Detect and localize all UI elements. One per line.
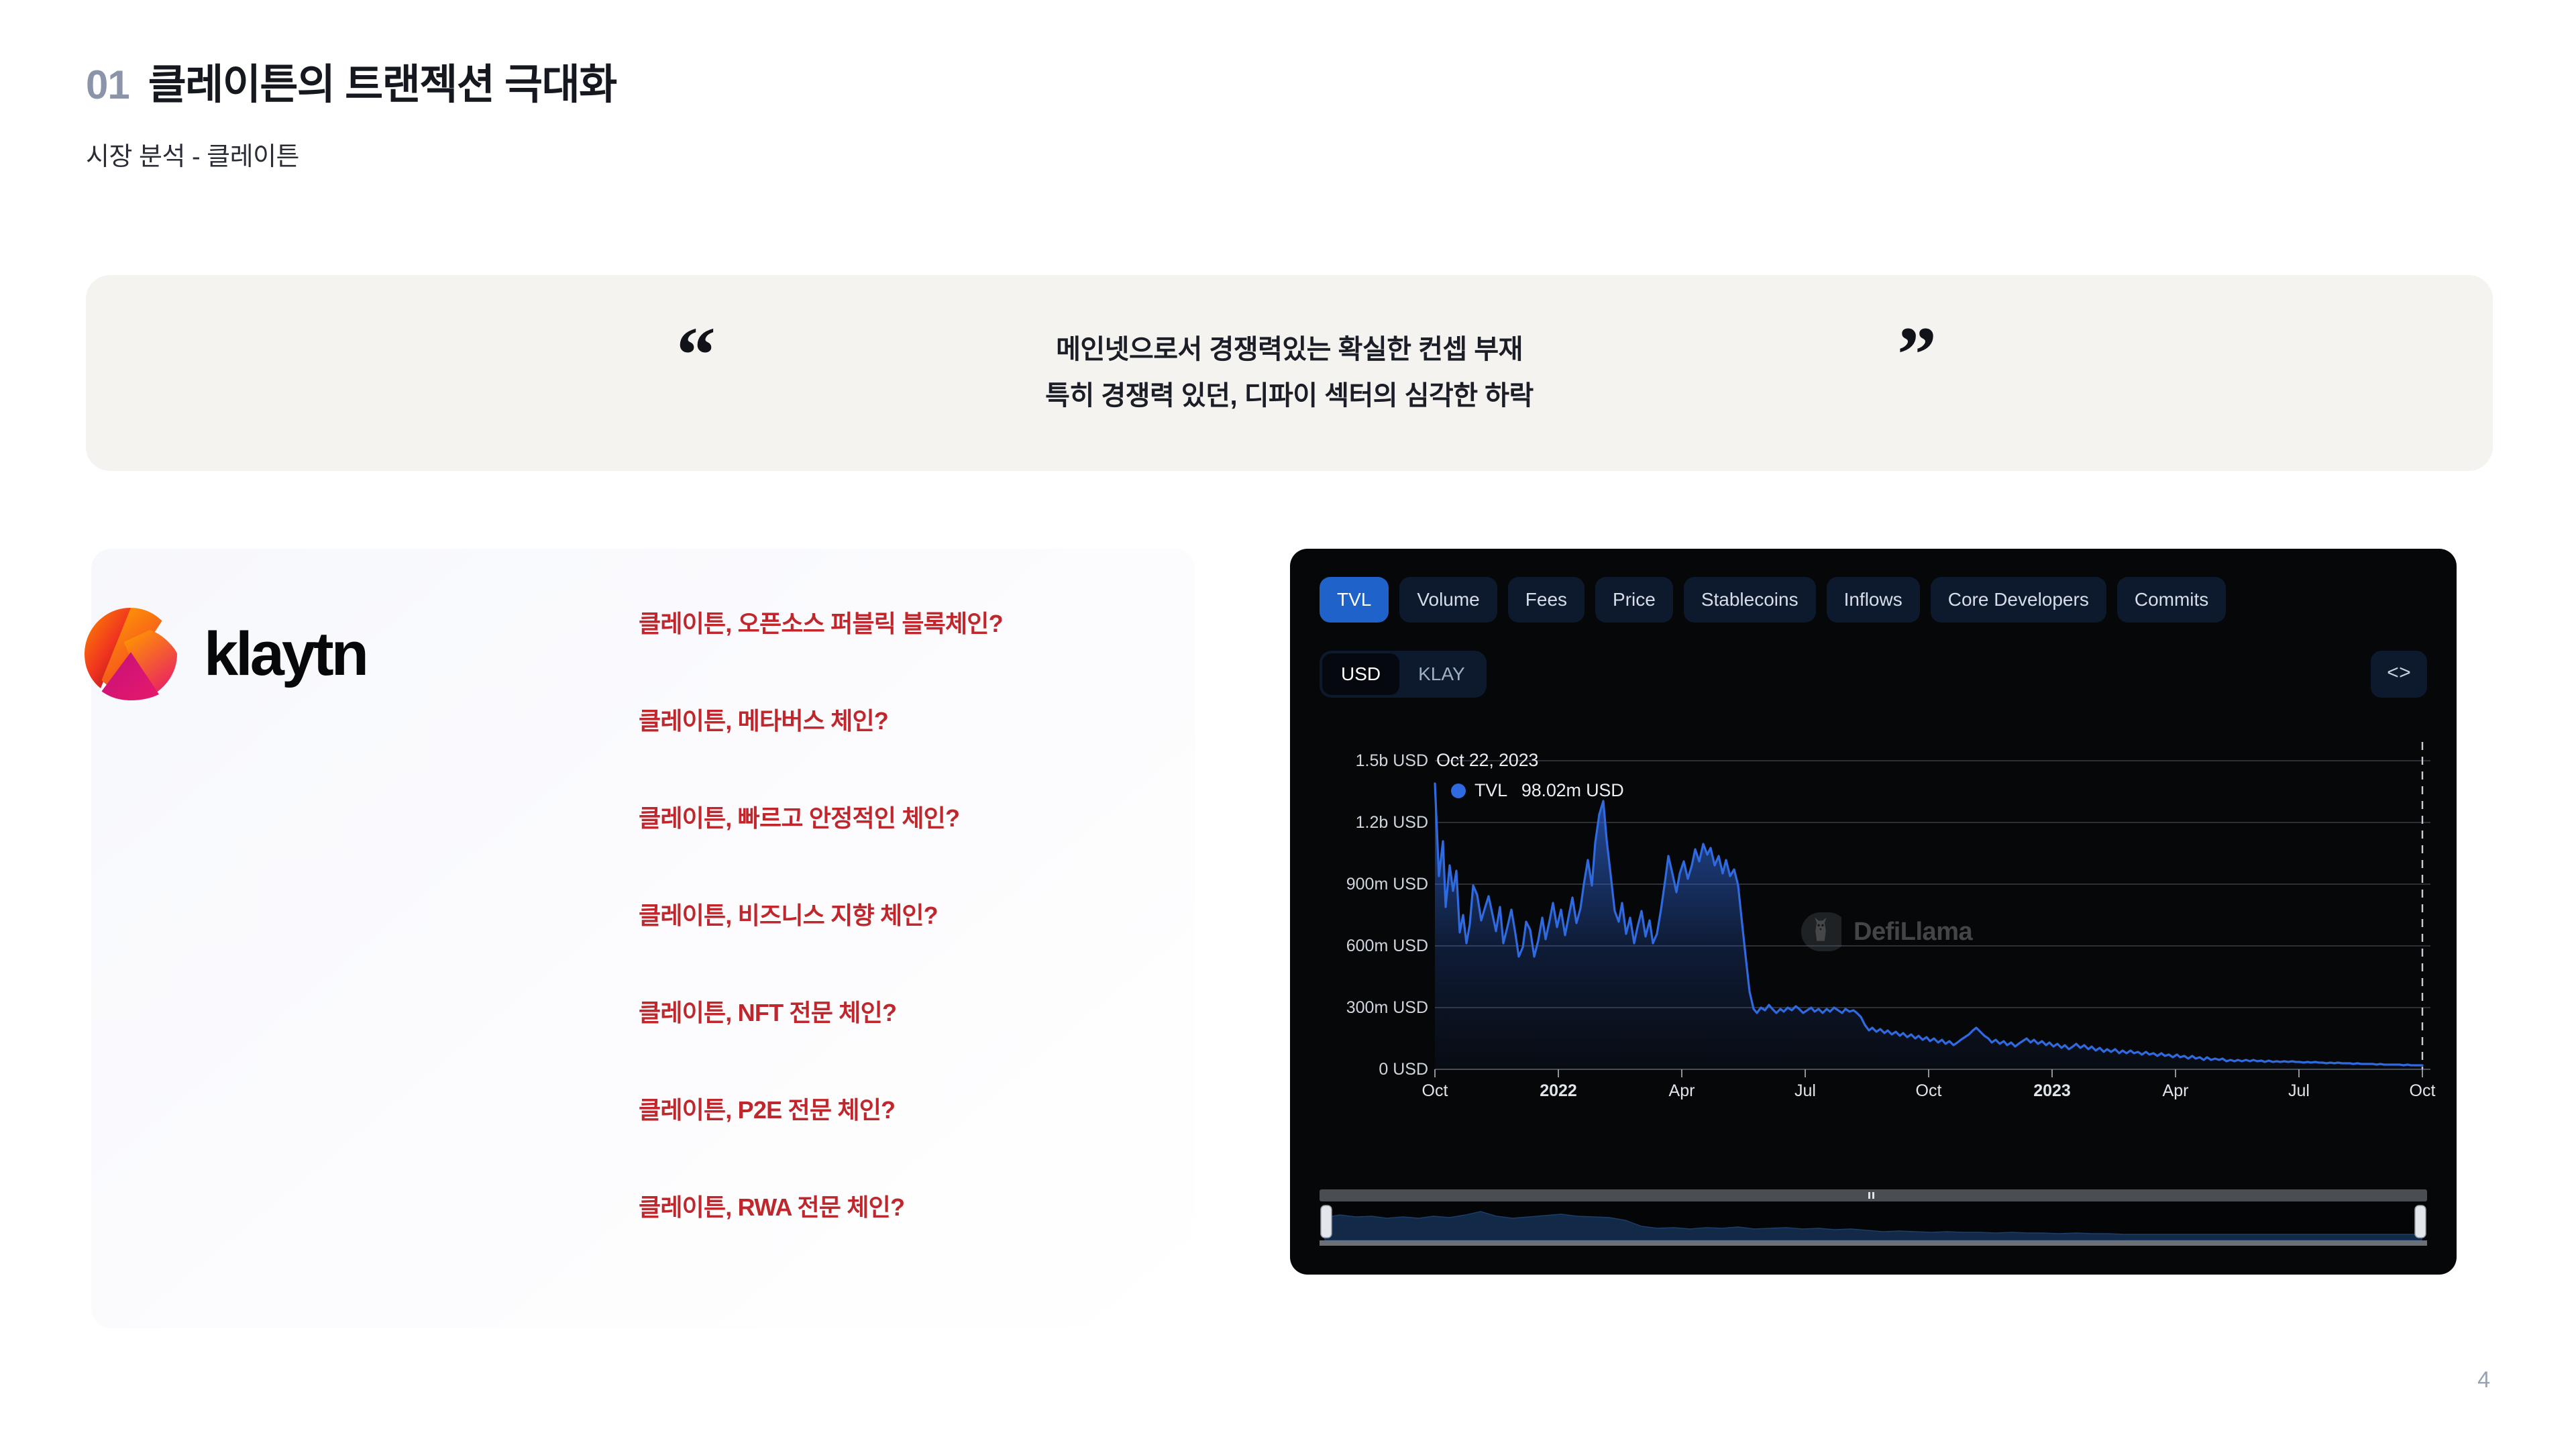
range-slider-base-bar — [1320, 1240, 2427, 1246]
xtick-apr-2023: Apr — [2163, 1081, 2189, 1100]
page-title: 클레이튼의 트랜젝션 극대화 — [148, 62, 617, 108]
x-axis-ticks — [1434, 1069, 2423, 1077]
quote-line-2: 특히 경쟁력 있던, 디파이 섹터의 심각한 하락 — [1045, 381, 1534, 411]
tab-tvl[interactable]: TVL — [1320, 577, 1389, 623]
question-item-7: 클레이튼, RWA 전문 체인? — [639, 1193, 905, 1221]
chart-range-slider[interactable] — [1320, 1189, 2427, 1248]
question-item-1: 클레이튼, 오픈소스 퍼블릭 블록체인? — [639, 610, 1004, 637]
unit-option-klay[interactable]: KLAY — [1399, 653, 1484, 695]
xtick-jul-2022: Jul — [1794, 1081, 1816, 1100]
klaytn-logo: klaytn — [80, 604, 369, 704]
ytick-600m: 600m USD — [1346, 936, 1428, 955]
xtick-oct-2021: Oct — [1422, 1081, 1448, 1100]
unit-option-usd[interactable]: USD — [1322, 653, 1400, 695]
question-item-3: 클레이튼, 빠르고 안정적인 체인? — [639, 804, 960, 832]
tvl-area-fill — [1435, 784, 2422, 1069]
page-number: 4 — [2477, 1367, 2490, 1393]
chart-plot-area[interactable]: 1.5b USD 1.2b USD 900m USD 600m USD 300m… — [1290, 742, 2457, 1158]
range-slider-handle-right — [2414, 1205, 2426, 1238]
tab-price[interactable]: Price — [1595, 577, 1673, 623]
tab-core-developers[interactable]: Core Developers — [1930, 577, 2106, 623]
title-row: 01 클레이튼의 트랜젝션 극대화 — [86, 64, 2501, 106]
defillama-chart-panel: TVL Volume Fees Price Stablecoins Inflow… — [1290, 549, 2457, 1275]
question-item-6: 클레이튼, P2E 전문 체인? — [639, 1096, 896, 1124]
ytick-0: 0 USD — [1379, 1060, 1428, 1079]
ytick-1500m: 1.5b USD — [1356, 751, 1428, 770]
range-slider-handle-left — [1320, 1205, 1332, 1238]
question-list: 클레이튼, 오픈소스 퍼블릭 블록체인? 클레이튼, 메타버스 체인? 클레이튼… — [639, 610, 1004, 1293]
tab-commits[interactable]: Commits — [2116, 577, 2226, 623]
range-slider-grip-line-1 — [1868, 1192, 1870, 1199]
xtick-apr-2022: Apr — [1669, 1081, 1695, 1100]
page-subtitle: 시장 분석 - 클레이튼 — [86, 143, 300, 171]
ytick-300m: 300m USD — [1346, 998, 1428, 1017]
range-slider-grip-line-2 — [1872, 1192, 1874, 1199]
ytick-1200m: 1.2b USD — [1356, 813, 1428, 832]
currency-unit-toggle[interactable]: USD KLAY — [1320, 651, 1487, 698]
ytick-900m: 900m USD — [1346, 875, 1428, 894]
tvl-area-chart: 1.5b USD 1.2b USD 900m USD 600m USD 300m… — [1346, 742, 2436, 1100]
tab-stablecoins[interactable]: Stablecoins — [1683, 577, 1816, 623]
quote-open-mark: “ — [676, 311, 716, 399]
question-item-4: 클레이튼, 비즈니스 지향 체인? — [639, 902, 938, 929]
tab-volume[interactable]: Volume — [1399, 577, 1497, 623]
x-axis-tick-labels: Oct 2022 Apr Jul Oct 2023 Apr Jul Oct — [1422, 1081, 2436, 1100]
tab-fees[interactable]: Fees — [1507, 577, 1585, 623]
embed-code-icon[interactable]: <> — [2371, 651, 2427, 698]
tab-inflows[interactable]: Inflows — [1826, 577, 1920, 623]
slide-header: 01 클레이튼의 트랜젝션 극대화 시장 분석 - 클레이튼 — [86, 64, 2501, 172]
tvl-series — [1434, 782, 2424, 1069]
xtick-oct-2022: Oct — [1916, 1081, 1942, 1100]
y-axis-tick-labels: 1.5b USD 1.2b USD 900m USD 600m USD 300m… — [1346, 751, 1428, 1079]
quote-band: “ 메인넷으로서 경쟁력있는 확실한 컨셉 부재 특히 경쟁력 있던, 디파이 … — [86, 275, 2493, 471]
klaytn-wordmark: klaytn — [204, 620, 369, 688]
range-slider-svg[interactable] — [1320, 1189, 2427, 1248]
question-item-2: 클레이튼, 메타버스 체인? — [639, 707, 889, 735]
quote-text: 메인넷으로서 경쟁력있는 확실한 컨셉 부재 특히 경쟁력 있던, 디파이 섹터… — [1045, 327, 1534, 419]
xtick-oct-2023: Oct — [2410, 1081, 2436, 1100]
quote-line-1: 메인넷으로서 경쟁력있는 확실한 컨셉 부재 — [1056, 335, 1523, 365]
section-number: 01 — [86, 62, 130, 107]
quote-inner: “ 메인넷으로서 경쟁력있는 확실한 컨셉 부재 특히 경쟁력 있던, 디파이 … — [86, 311, 2493, 419]
question-item-5: 클레이튼, NFT 전문 체인? — [639, 999, 897, 1026]
xtick-2023: 2023 — [2033, 1081, 2071, 1100]
quote-close-mark: ” — [1897, 311, 1937, 399]
chart-tab-bar: TVL Volume Fees Price Stablecoins Inflow… — [1320, 577, 2226, 623]
xtick-2022: 2022 — [1540, 1081, 1577, 1100]
xtick-jul-2023: Jul — [2288, 1081, 2310, 1100]
klaytn-mark-icon — [85, 608, 177, 700]
